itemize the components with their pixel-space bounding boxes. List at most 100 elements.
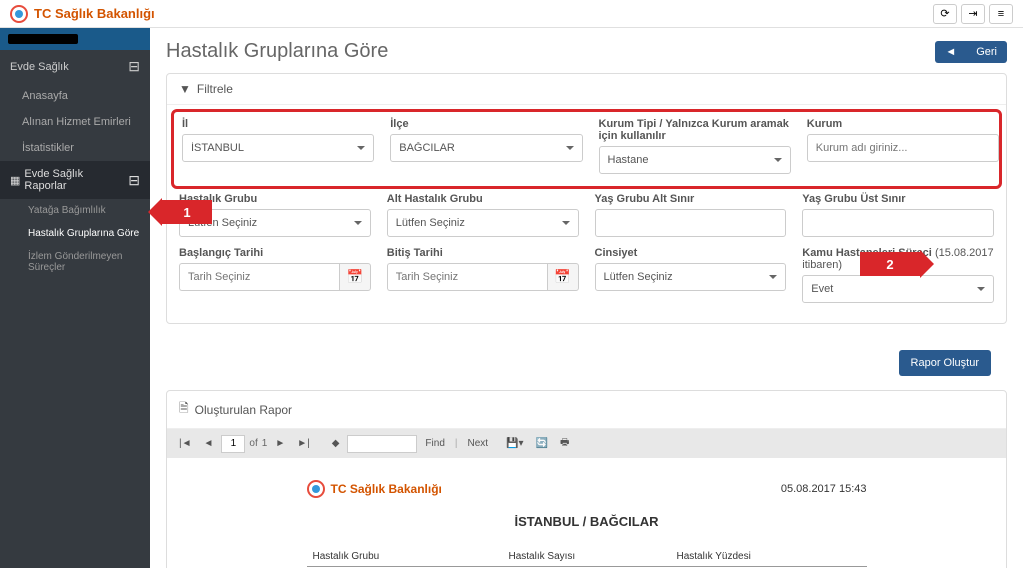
yas-alt-label: Yaş Grubu Alt Sınır xyxy=(595,193,787,205)
sidebar-subitem-yataga[interactable]: Yatağa Bağımlılık xyxy=(0,199,150,222)
search-input[interactable] xyxy=(347,435,417,453)
report-title-label: Oluşturulan Rapor xyxy=(195,403,292,417)
highlighted-filter-row: İl İSTANBUL İlçe BAĞCILAR Kurum Tipi / Y… xyxy=(171,109,1002,189)
cinsiyet-label: Cinsiyet xyxy=(595,247,787,259)
sidebar-section-evde-saglik[interactable]: Evde Sağlık ⊟ xyxy=(0,50,150,83)
yas-ust-input[interactable] xyxy=(802,209,994,237)
refresh-report-button[interactable]: 🔄 xyxy=(532,436,552,451)
sidebar-item-istatistikler[interactable]: İstatistikler xyxy=(0,135,150,161)
filter-cinsiyet: Cinsiyet Lütfen Seçiniz xyxy=(595,247,787,303)
baslangic-label: Başlangıç Tarihi xyxy=(179,247,371,259)
report-date: 05.08.2017 15:43 xyxy=(781,483,867,495)
filter-panel: ▼ Filtrele İl İSTANBUL İlçe BAĞCILAR xyxy=(166,73,1007,324)
alt-hastalik-select[interactable]: Lütfen Seçiniz xyxy=(387,209,579,237)
rapor-olustur-button[interactable]: Rapor Oluştur xyxy=(899,350,991,376)
col-hastalik-sayisi: Hastalık Sayısı xyxy=(503,547,671,567)
bitis-input[interactable] xyxy=(387,263,547,291)
report-icon: ▦ xyxy=(10,174,20,187)
report-document: TC Sağlık Bakanlığı 05.08.2017 15:43 İST… xyxy=(287,468,887,568)
export-button[interactable]: 💾▾ xyxy=(502,436,527,451)
collapse-icon: ⊟ xyxy=(128,58,140,75)
baslangic-input[interactable] xyxy=(179,263,339,291)
calendar-icon: 📅 xyxy=(346,269,363,285)
filter-bitis: Bitiş Tarihi 📅 xyxy=(387,247,579,303)
yas-ust-label: Yaş Grubu Üst Sınır xyxy=(802,193,994,205)
report-logo: TC Sağlık Bakanlığı xyxy=(307,480,442,498)
filter-panel-header: ▼ Filtrele xyxy=(167,74,1006,105)
divider: | xyxy=(455,438,458,449)
filter-alt-hastalik: Alt Hastalık Grubu Lütfen Seçiniz xyxy=(387,193,579,237)
arrow-2-label: 2 xyxy=(860,252,920,276)
page-header: Hastalık Gruplarına Göre ◄ Geri xyxy=(166,40,1007,63)
bitis-calendar-button[interactable]: 📅 xyxy=(547,263,579,291)
topbar-title: TC Sağlık Bakanlığı xyxy=(34,6,155,21)
document-icon: 🗎 xyxy=(179,399,189,420)
kurum-tipi-label: Kurum Tipi / Yalnızca Kurum aramak için … xyxy=(599,118,791,142)
print-button[interactable]: 🖶 xyxy=(556,433,573,454)
report-logo-text: TC Sağlık Bakanlığı xyxy=(331,482,442,496)
ilce-select[interactable]: BAĞCILAR xyxy=(390,134,582,162)
bitis-label: Bitiş Tarihi xyxy=(387,247,579,259)
collapse-icon: ⊟ xyxy=(128,172,140,189)
sidebar-subitem-izlem[interactable]: İzlem Gönderilmeyen Süreçler xyxy=(0,245,150,279)
of-label: of xyxy=(249,438,257,449)
filter-baslangic: Başlangıç Tarihi 📅 xyxy=(179,247,371,303)
back-arrow-button[interactable]: ◄ xyxy=(935,41,966,63)
topbar-brand: TC Sağlık Bakanlığı xyxy=(10,5,155,23)
last-page-button[interactable]: ►| xyxy=(293,436,314,451)
page-input[interactable] xyxy=(221,435,245,453)
logout-button[interactable]: ⇥ xyxy=(961,4,985,24)
report-content: TC Sağlık Bakanlığı 05.08.2017 15:43 İST… xyxy=(167,458,1006,568)
sidebar-subsection-label: Evde Sağlık Raporlar xyxy=(24,168,128,192)
table-header-row: Hastalık Grubu Hastalık Sayısı Hastalık … xyxy=(307,547,867,567)
yas-alt-input[interactable] xyxy=(595,209,787,237)
find-button[interactable]: Find xyxy=(421,436,448,451)
main-content: Hastalık Gruplarına Göre ◄ Geri ▼ Filtre… xyxy=(150,28,1023,568)
report-toolbar: |◄ ◄ of 1 ► ►| ◆ Find | Next 💾▾ 🔄 🖶 xyxy=(167,429,1006,458)
calendar-icon: 📅 xyxy=(554,269,571,285)
filter-title: Filtrele xyxy=(197,82,233,96)
kurum-input[interactable] xyxy=(807,134,999,162)
menu-button[interactable]: ≡ xyxy=(989,4,1013,24)
sidebar: Evde Sağlık ⊟ Anasayfa Alınan Hizmet Emi… xyxy=(0,28,150,568)
first-page-button[interactable]: |◄ xyxy=(175,436,196,451)
cinsiyet-select[interactable]: Lütfen Seçiniz xyxy=(595,263,787,291)
report-panel-header: 🗎 Oluşturulan Rapor xyxy=(167,391,1006,429)
filter-il: İl İSTANBUL xyxy=(182,118,374,174)
ilce-label: İlçe xyxy=(390,118,582,130)
kurum-label: Kurum xyxy=(807,118,999,130)
prev-page-button[interactable]: ◄ xyxy=(200,436,218,451)
refresh-button[interactable]: ⟳ xyxy=(933,4,957,24)
baslangic-calendar-button[interactable]: 📅 xyxy=(339,263,371,291)
filter-ilce: İlçe BAĞCILAR xyxy=(390,118,582,174)
sidebar-item-anasayfa[interactable]: Anasayfa xyxy=(0,83,150,109)
filter-body: İl İSTANBUL İlçe BAĞCILAR Kurum Tipi / Y… xyxy=(167,105,1006,323)
annotation-arrow-2: 2 xyxy=(860,250,934,278)
filter-kurum-tipi: Kurum Tipi / Yalnızca Kurum aramak için … xyxy=(599,118,791,174)
next-page-button[interactable]: ► xyxy=(271,436,289,451)
sidebar-subitem-hastalik-gruplarina[interactable]: Hastalık Gruplarına Göre xyxy=(0,222,150,245)
total-pages: 1 xyxy=(262,438,268,449)
topbar-actions: ⟳ ⇥ ≡ xyxy=(933,4,1013,24)
kurum-tipi-select[interactable]: Hastane xyxy=(599,146,791,174)
report-table: Hastalık Grubu Hastalık Sayısı Hastalık … xyxy=(307,547,867,568)
il-label: İl xyxy=(182,118,374,130)
page-title: Hastalık Gruplarına Göre xyxy=(166,40,388,63)
back-button[interactable]: Geri xyxy=(966,41,1007,63)
filter-yas-alt: Yaş Grubu Alt Sınır xyxy=(595,193,787,237)
report-location-title: İSTANBUL / BAĞCILAR xyxy=(307,514,867,529)
sidebar-subsection-raporlar[interactable]: ▦ Evde Sağlık Raporlar ⊟ xyxy=(0,161,150,199)
col-hastalik-yuzdesi: Hastalık Yüzdesi xyxy=(671,547,867,567)
find-next-button[interactable]: Next xyxy=(463,436,492,451)
sidebar-section-label: Evde Sağlık xyxy=(10,61,69,73)
report-panel: 🗎 Oluşturulan Rapor |◄ ◄ of 1 ► ►| ◆ Fin… xyxy=(166,390,1007,568)
report-action-row: Rapor Oluştur xyxy=(166,338,1007,376)
sidebar-item-alinan-hizmet[interactable]: Alınan Hizmet Emirleri xyxy=(0,109,150,135)
kamu-select[interactable]: Evet xyxy=(802,275,994,303)
col-hastalik-grubu: Hastalık Grubu xyxy=(307,547,503,567)
back-button-group: ◄ Geri xyxy=(935,41,1007,63)
stop-button[interactable]: ◆ xyxy=(328,436,344,451)
il-select[interactable]: İSTANBUL xyxy=(182,134,374,162)
sidebar-user xyxy=(0,28,150,50)
filter-icon: ▼ xyxy=(179,82,191,96)
